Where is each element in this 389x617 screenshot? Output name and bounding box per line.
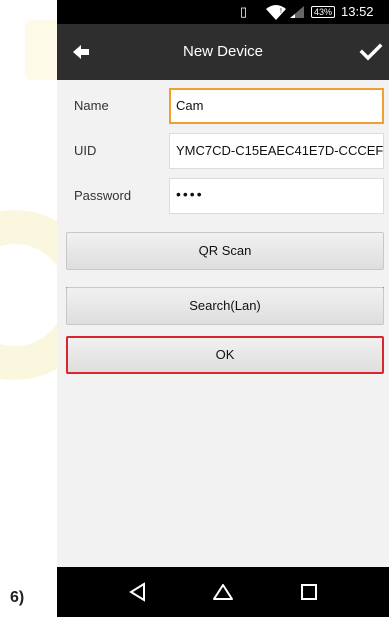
battery-indicator: 43% <box>311 6 335 18</box>
page: 6) ▯ ! 43% 13:52 New Device Name Cam UID… <box>0 0 389 617</box>
back-triangle-icon[interactable] <box>126 581 150 603</box>
signal-icon <box>290 6 304 18</box>
ok-button[interactable]: OK <box>66 336 384 374</box>
phone-screen: ▯ ! 43% 13:52 New Device Name Cam UID YM… <box>57 0 389 617</box>
figure-caption: 6) <box>10 589 25 606</box>
app-bar: New Device <box>57 24 389 80</box>
checkmark-icon[interactable] <box>359 40 383 64</box>
clock: 13:52 <box>341 4 374 19</box>
qr-scan-button[interactable]: QR Scan <box>66 232 384 270</box>
uid-row: UID YMC7CD-C15EAEC41E7D-CCCEF5 <box>57 133 389 169</box>
name-field[interactable]: Cam <box>169 88 384 124</box>
home-icon[interactable] <box>211 581 235 603</box>
password-row: Password •••• <box>57 178 389 214</box>
navigation-bar <box>57 567 389 617</box>
page-title: New Device <box>182 43 264 60</box>
vibrate-icon: ▯ <box>240 4 248 19</box>
uid-field[interactable]: YMC7CD-C15EAEC41E7D-CCCEF5 <box>169 133 384 169</box>
svg-text:!: ! <box>280 8 282 15</box>
uid-label: UID <box>74 143 97 158</box>
search-lan-button[interactable]: Search(Lan) <box>66 287 384 325</box>
password-label: Password <box>74 188 132 203</box>
recents-icon[interactable] <box>297 581 321 603</box>
status-bar: ▯ ! 43% 13:52 <box>57 0 389 24</box>
name-row: Name Cam <box>57 88 389 124</box>
wifi-icon: ! <box>266 5 286 20</box>
name-label: Name <box>74 98 109 113</box>
password-field[interactable]: •••• <box>169 178 384 214</box>
